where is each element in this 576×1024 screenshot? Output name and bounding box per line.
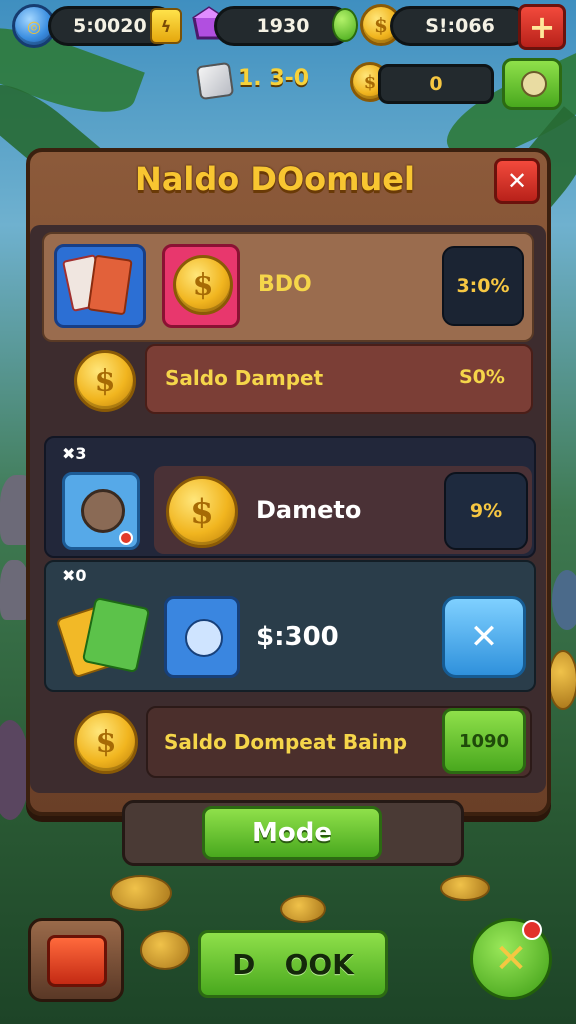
secondary-coins-value: 0 (429, 73, 443, 95)
ok-label: D OOK (232, 947, 354, 981)
panel-close-button[interactable]: ✕ (494, 158, 540, 204)
bag-icon (521, 71, 547, 97)
close-icon: ✕ (494, 936, 528, 982)
treasure-button[interactable] (28, 918, 124, 1002)
row-percent-value: S0% (459, 366, 505, 388)
coins-display: S!:066 (390, 6, 530, 46)
chip-stack-decoration (552, 570, 576, 630)
secondary-coins-display: 0 (378, 64, 494, 104)
cancel-row-button[interactable]: ✕ (442, 596, 526, 678)
row-label: BDO (258, 272, 312, 297)
gold-coin-icon: $ (74, 710, 138, 774)
coin-pile-decoration (110, 875, 172, 911)
dice-icon (195, 61, 235, 101)
shop-button[interactable] (502, 58, 562, 110)
gold-coin-icon: $ (166, 476, 238, 548)
notification-dot-icon (522, 920, 542, 940)
row-percent-value: 9% (469, 500, 503, 522)
balance-value: 5:0020 (73, 15, 147, 37)
green-gem-icon (332, 8, 358, 42)
panel-title: Naldo DOomuel (135, 160, 415, 198)
coins-value: S!:066 (425, 15, 495, 37)
gold-coin-icon: $ (74, 350, 136, 412)
close-icon: ✕ (469, 617, 499, 657)
amount-value: 1090 (458, 730, 510, 752)
row-label: Saldo Dompeat Bainp (164, 730, 408, 754)
row-percent-badge: 9% (444, 472, 528, 550)
amount-button[interactable]: 1090 (442, 708, 526, 774)
list-item[interactable]: Saldo Dampet S0% (145, 344, 533, 414)
helmet-icon (62, 472, 140, 550)
mode-label: Mode (252, 818, 332, 848)
ok-button[interactable]: D OOK (198, 930, 388, 998)
row-percent-value: 3:0% (456, 275, 510, 297)
plus-icon: + (528, 8, 556, 46)
gems-value: 1930 (256, 15, 310, 37)
multiplier-tag: ✖3 (62, 444, 87, 463)
close-icon: ✕ (506, 167, 528, 195)
blue-card-icon (164, 596, 240, 678)
coin-pile-decoration (440, 875, 490, 901)
cards-icon (54, 244, 146, 328)
row-label: Saldo Dampet (165, 366, 324, 390)
add-currency-button[interactable]: + (518, 4, 566, 50)
lightning-icon: ϟ (150, 8, 182, 44)
coin-pile-decoration (548, 650, 576, 710)
mode-button[interactable]: Mode (202, 806, 382, 860)
coin-card-icon: $ (162, 244, 240, 328)
row-label: Dameto (256, 496, 362, 524)
coin-pile-decoration (140, 930, 190, 970)
coin-pile-decoration (280, 895, 326, 923)
cash-icon (55, 596, 151, 679)
level-value: 1. 3-0 (238, 66, 310, 91)
row-percent-badge: 3:0% (442, 246, 524, 326)
row-label: $:300 (256, 622, 339, 652)
multiplier-tag: ✖0 (62, 566, 87, 585)
chest-icon (47, 935, 107, 987)
